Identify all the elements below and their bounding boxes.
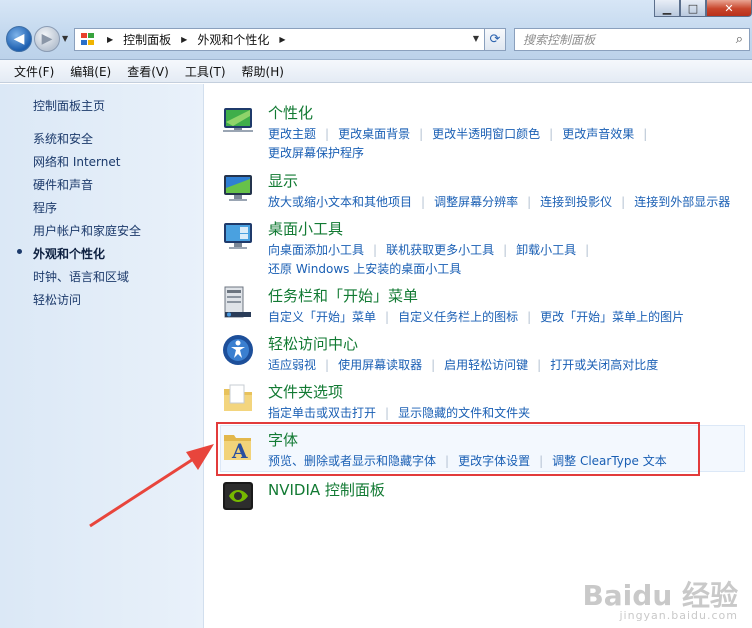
watermark-logo-text: Baidu 经验 xyxy=(582,579,738,612)
annotation-arrow-icon xyxy=(89,444,214,528)
baidu-watermark: Baidu 经验 jingyan.baidu.com xyxy=(582,582,738,622)
